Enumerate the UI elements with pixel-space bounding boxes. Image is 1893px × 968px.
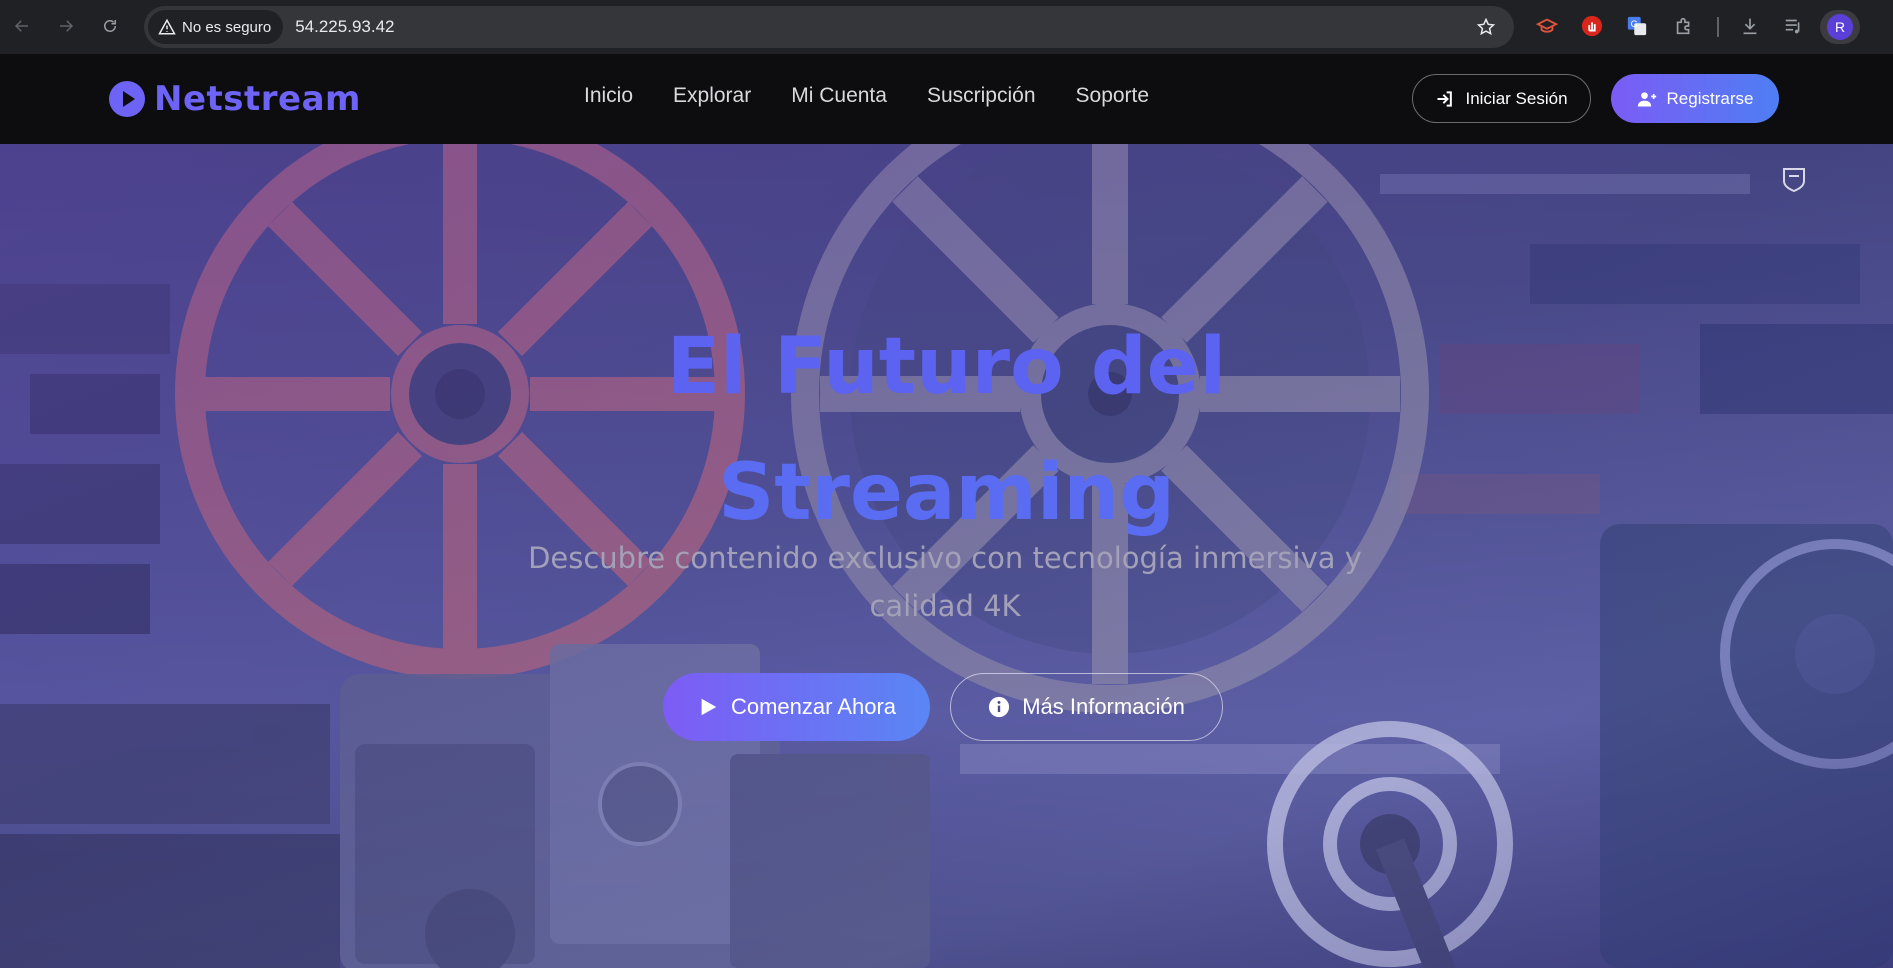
nav-mi-cuenta[interactable]: Mi Cuenta (791, 84, 887, 108)
extension-hand-icon[interactable] (1580, 14, 1604, 38)
register-button[interactable]: Registrarse (1611, 74, 1779, 123)
main-menu: Inicio Explorar Mi Cuenta Suscripción So… (584, 84, 1149, 108)
start-now-label: Comenzar Ahora (730, 694, 897, 719)
address-bar[interactable]: No es seguro 54.225.93.42 (144, 6, 1514, 48)
info-circle-icon (989, 696, 1010, 718)
arrow-left-icon (14, 20, 28, 32)
more-info-label: Más Información (1022, 694, 1185, 719)
login-button[interactable]: Iniciar Sesión (1412, 74, 1591, 123)
play-circle-icon (109, 81, 145, 117)
bookmark-star-icon[interactable] (1476, 17, 1496, 37)
extension-translate-icon[interactable]: G (1625, 14, 1649, 38)
brand-logo[interactable]: Netstream (108, 79, 361, 119)
warning-icon (158, 18, 176, 35)
more-info-button[interactable]: Más Información (950, 673, 1223, 741)
hero-section: El Futuro del Streaming Descubre conteni… (0, 144, 1893, 968)
browser-toolbar: No es seguro 54.225.93.42 G R (0, 0, 1893, 54)
nav-explorar[interactable]: Explorar (673, 84, 751, 108)
register-label: Registrarse (1666, 88, 1754, 108)
svg-text:G: G (1631, 19, 1638, 29)
extension-graduation-icon[interactable] (1535, 14, 1559, 38)
arrow-right-icon (60, 20, 74, 32)
login-label: Iniciar Sesión (1465, 88, 1568, 108)
hero-subtitle-line2: calidad 4K (869, 589, 1021, 623)
start-now-button[interactable]: Comenzar Ahora (663, 673, 930, 741)
profile-initial: R (1827, 14, 1853, 40)
web-page: Netstream Inicio Explorar Mi Cuenta Susc… (0, 54, 1893, 968)
hero-title-line1: El Futuro del (666, 322, 1227, 412)
extensions-puzzle-icon[interactable] (1672, 14, 1696, 38)
play-icon (701, 698, 717, 716)
url-text: 54.225.93.42 (295, 17, 395, 36)
forward-button[interactable] (54, 14, 78, 38)
sign-in-icon (1437, 90, 1453, 107)
nav-soporte[interactable]: Soporte (1076, 84, 1150, 108)
reload-icon (104, 20, 116, 32)
site-navbar: Netstream Inicio Explorar Mi Cuenta Susc… (0, 54, 1893, 144)
media-queue-icon[interactable] (1782, 14, 1806, 38)
shield-badge-icon (1783, 168, 1805, 192)
hero-title-line2: Streaming (718, 448, 1175, 538)
nav-inicio[interactable]: Inicio (584, 84, 633, 108)
reload-button[interactable] (98, 14, 122, 38)
user-plus-icon (1637, 91, 1656, 106)
download-icon[interactable] (1738, 14, 1762, 38)
hero-subtitle-line1: Descubre contenido exclusivo con tecnolo… (528, 541, 1362, 575)
hero-subtitle: Descubre contenido exclusivo con tecnolo… (500, 534, 1390, 630)
back-button[interactable] (10, 14, 34, 38)
nav-suscripcion[interactable]: Suscripción (927, 84, 1036, 108)
toolbar-separator (1717, 17, 1719, 37)
profile-avatar[interactable]: R (1820, 10, 1860, 44)
security-chip[interactable]: No es seguro (148, 10, 284, 44)
security-label: No es seguro (182, 18, 272, 36)
hero-title: El Futuro del Streaming (0, 304, 1893, 556)
brand-name: Netstream (154, 79, 361, 119)
